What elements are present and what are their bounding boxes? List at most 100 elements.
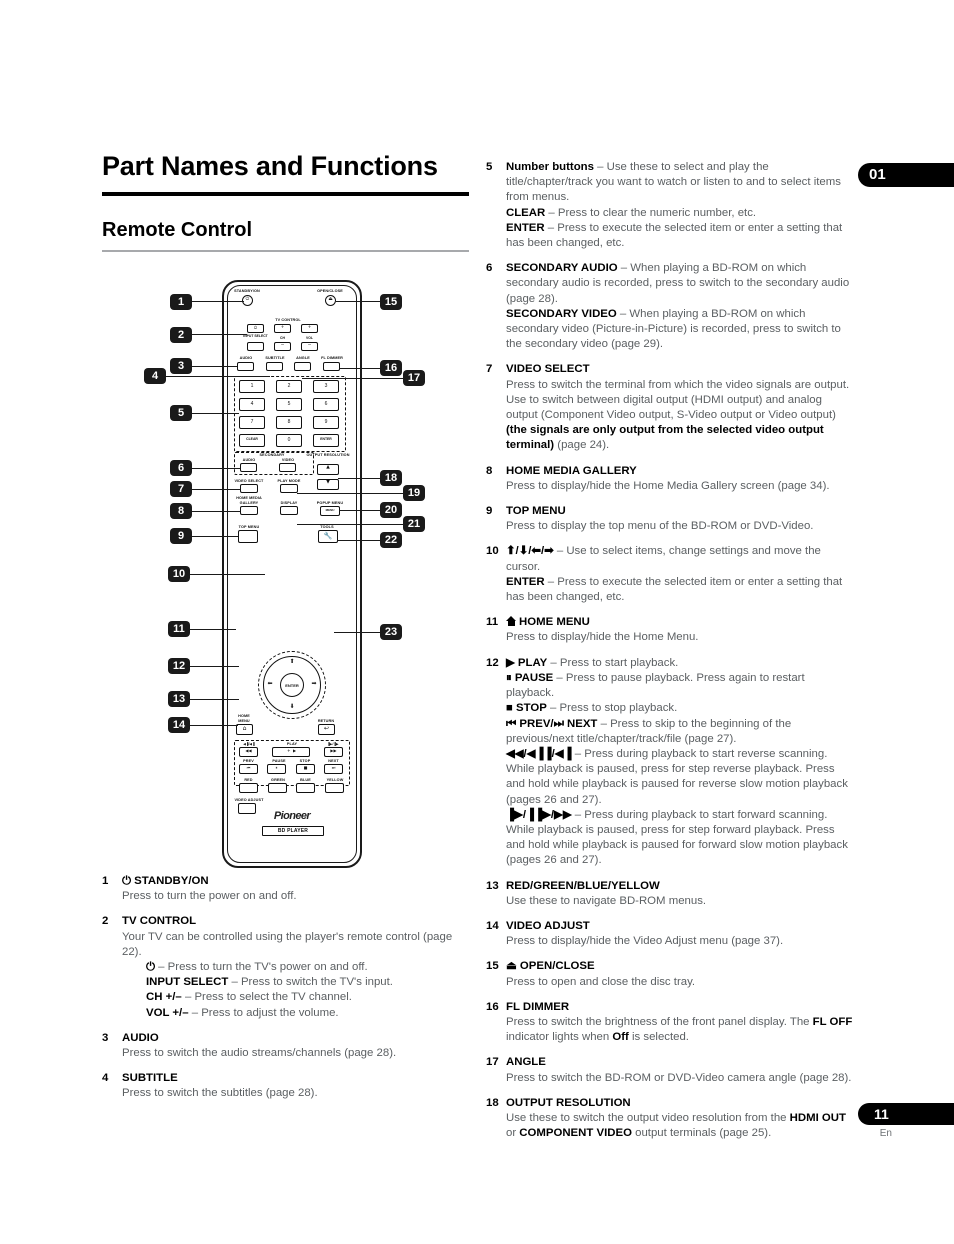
label-return: RETURN: [317, 719, 335, 723]
leader-3: [192, 366, 237, 368]
entry-line: ⬆/⬇/⬅/➡ – Use to select items, change se…: [506, 545, 821, 573]
manual-entry: 16 FL DIMMER Press to switch the brightnes…: [486, 1000, 854, 1046]
entry-line: Press to display/hide the Home Media Gal…: [506, 479, 830, 492]
label-video-select: VIDEO SELECT: [234, 479, 264, 483]
fast-forward-icon: ▶▶: [330, 748, 337, 753]
label-home-media: HOME MEDIA: [236, 496, 262, 500]
manual-entry: 4 SUBTITLE Press to switch the subtitles (…: [102, 1071, 470, 1101]
label-gallery: GALLERY: [239, 501, 259, 505]
entry-heading: HOME MEDIA GALLERY: [506, 464, 637, 477]
leader-8: [192, 511, 240, 513]
arrow-up-icon[interactable]: ⬆: [282, 659, 302, 665]
label-home: HOME: [238, 714, 250, 718]
entry-number: 4: [102, 1072, 109, 1085]
entry-line: SECONDARY AUDIO – When playing a BD-ROM …: [506, 262, 850, 305]
entry-number: 8: [486, 464, 493, 477]
arrow-left-icon[interactable]: ⬅: [263, 681, 277, 687]
manual-entry: 8 HOME MEDIA GALLERY Press to display/hide…: [486, 464, 854, 494]
entry-line: VOL +/– – Press to adjust the volume.: [146, 1006, 339, 1019]
callout-4: 4: [144, 368, 166, 384]
entry-body: ⬆/⬇/⬅/➡ – Use to select items, change se…: [506, 544, 854, 605]
label-video-adjust: VIDEO ADJUST: [234, 798, 264, 802]
entry-heading: ⏏ OPEN/CLOSE: [506, 960, 595, 973]
button-secondary-audio[interactable]: [240, 463, 257, 472]
label-audio: AUDIO: [239, 356, 253, 360]
entry-line: CH +/– – Press to select the TV channel.: [146, 991, 352, 1004]
entry-line: ⏻ – Press to turn the TV's power on and …: [146, 961, 368, 974]
entry-line: Your TV can be controlled using the play…: [122, 930, 453, 958]
label-vol: VOL: [306, 336, 313, 340]
button-secondary-video[interactable]: [279, 463, 296, 472]
button-yellow[interactable]: [325, 783, 344, 793]
stop-icon: ■: [303, 765, 308, 770]
label-red: RED: [244, 778, 253, 782]
button-angle[interactable]: [294, 362, 311, 371]
callout-13: 13: [168, 691, 190, 707]
button-blue[interactable]: [296, 783, 315, 793]
label-input-select: INPUT SELECT: [243, 334, 268, 338]
callout-5: 5: [170, 405, 192, 421]
label-blue: BLUE: [300, 778, 311, 782]
entry-number: 11: [486, 616, 499, 629]
callout-22: 22: [380, 532, 402, 548]
minus-icon: −: [280, 343, 285, 348]
button-video-select[interactable]: [240, 484, 258, 493]
play-icon: + ▶: [285, 748, 297, 753]
button-red[interactable]: [239, 783, 258, 793]
entry-line: ▐▶/▐▐▶/▶▶ – Press during playback to sta…: [506, 808, 848, 867]
entry-line: ◀◀/◀▐▐/◀▐ – Press during playback to sta…: [506, 747, 848, 806]
button-top-menu[interactable]: [238, 530, 258, 543]
manual-entry: 14 VIDEO ADJUST Press to display/hide the …: [486, 919, 854, 949]
label-yellow: YELLOW: [326, 778, 344, 782]
entry-body: AUDIO Press to switch the audio streams/c…: [122, 1031, 470, 1061]
return-arrow-icon: ↩: [323, 725, 330, 732]
entry-heading: VIDEO SELECT: [506, 363, 590, 376]
button-play-mode[interactable]: [280, 484, 298, 493]
leader-4: [166, 376, 270, 378]
button-subtitle[interactable]: [266, 362, 283, 371]
label-tools: TOOLS: [320, 525, 334, 529]
entry-body: HOME MENU Press to display/hide the Home …: [506, 615, 854, 645]
entry-body: VIDEO ADJUST Press to display/hide the Vi…: [506, 919, 854, 949]
callout-11: 11: [168, 621, 190, 637]
leader-17: [302, 378, 405, 380]
entry-line: Press to display/hide the Home Menu.: [506, 631, 699, 644]
button-display[interactable]: [280, 506, 298, 515]
button-fl-dimmer[interactable]: [323, 362, 340, 371]
manual-entry: 5 Number buttons – Use these to select an…: [486, 160, 854, 251]
entry-line: Use these to switch the output video res…: [506, 1111, 846, 1140]
leader-23: [334, 632, 382, 634]
entry-number: 5: [486, 161, 493, 173]
callout-9: 9: [170, 528, 192, 544]
manual-entry: 1 ⏻ STANDBY/ON Press to turn the power on …: [102, 874, 470, 904]
key-label-3: 3: [324, 383, 328, 389]
button-audio[interactable]: [237, 362, 254, 371]
button-input-select[interactable]: [247, 342, 264, 351]
label-stop: STOP: [299, 759, 311, 763]
entry-heading: SUBTITLE: [122, 1072, 178, 1085]
entry-body: RED/GREEN/BLUE/YELLOW Use these to naviga…: [506, 879, 854, 909]
label-play: PLAY: [286, 742, 298, 746]
leader-11: [190, 629, 236, 631]
label-secondary-audio: AUDIO: [242, 458, 256, 462]
entry-line: ENTER – Press to execute the selected it…: [506, 221, 843, 250]
entry-number: 18: [486, 1096, 499, 1109]
entry-line: Press to switch the audio streams/channe…: [122, 1047, 397, 1060]
button-home-media-gallery[interactable]: [240, 506, 258, 515]
manual-entry: 18 OUTPUT RESOLUTION Use these to switch t…: [486, 1096, 854, 1142]
entry-body: OUTPUT RESOLUTION Use these to switch the…: [506, 1096, 854, 1142]
entry-heading: AUDIO: [122, 1031, 159, 1044]
key-label-9: 9: [324, 419, 328, 425]
button-green[interactable]: [268, 783, 287, 793]
button-enter-dpad[interactable]: ENTER: [280, 673, 304, 697]
previous-track-icon: ⏮: [246, 765, 251, 770]
entry-line: Press to switch the terminal from which …: [506, 378, 850, 452]
entry-number: 9: [486, 505, 493, 518]
entry-number: 16: [486, 1000, 499, 1013]
entry-heading: ⏻ STANDBY/ON: [122, 875, 209, 887]
arrow-right-icon[interactable]: ➡: [307, 681, 321, 687]
arrow-down-icon[interactable]: ⬇: [282, 704, 302, 710]
entry-number: 14: [486, 919, 499, 932]
entry-body: ANGLE Press to switch the BD-ROM or DVD-V…: [506, 1055, 854, 1085]
popup-menu-glyph: MENU: [325, 508, 335, 512]
